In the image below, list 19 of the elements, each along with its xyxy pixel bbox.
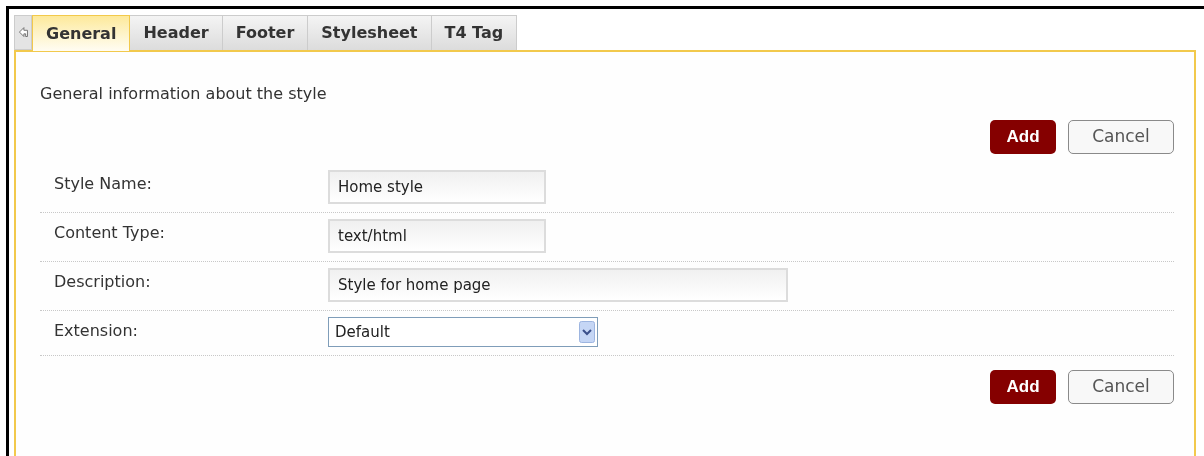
add-button[interactable]: Add — [990, 370, 1056, 404]
tab[interactable]: Header — [130, 15, 223, 50]
tab[interactable]: Stylesheet — [308, 15, 432, 50]
text-field[interactable]: text/html — [328, 219, 546, 253]
extension-select[interactable]: Default — [328, 317, 598, 347]
tab[interactable]: T4 Tag — [431, 15, 518, 50]
tab[interactable]: Footer — [222, 15, 309, 50]
field-label: Description: — [53, 271, 152, 293]
text-field[interactable]: Home style — [328, 170, 546, 204]
cancel-button[interactable]: Cancel — [1068, 120, 1174, 154]
section-description: General information about the style — [40, 83, 328, 105]
text-field[interactable]: Style for home page — [328, 268, 788, 302]
field-label: Content Type: — [53, 222, 166, 244]
field-label: Extension: — [53, 320, 139, 342]
chevron-down-icon — [579, 321, 595, 343]
tab[interactable]: General — [32, 15, 131, 51]
add-button[interactable]: Add — [990, 120, 1056, 154]
field-label: Style Name: — [53, 173, 153, 195]
cancel-button[interactable]: Cancel — [1068, 370, 1174, 404]
